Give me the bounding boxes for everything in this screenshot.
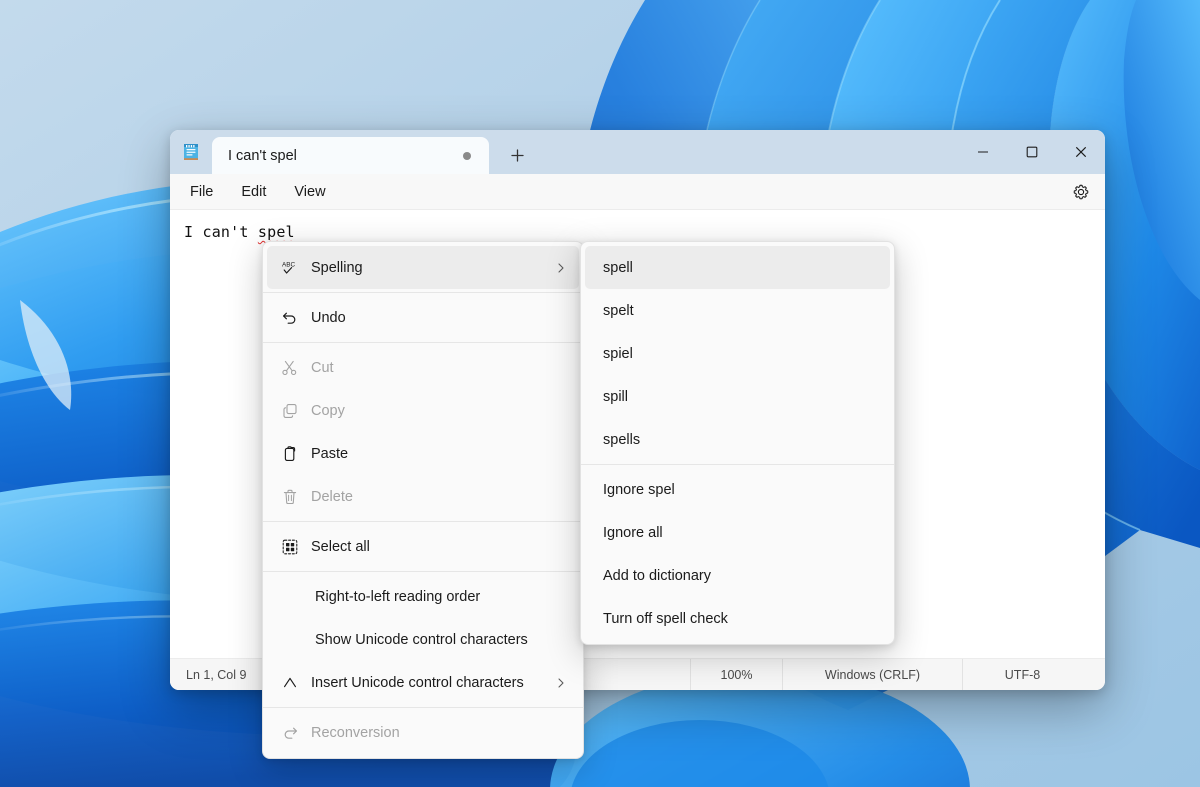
context-menu-label: Undo <box>311 310 567 326</box>
tab-active[interactable]: I can't spel <box>212 137 489 174</box>
context-menu-item-insert-unicode[interactable]: Insert Unicode control characters <box>267 661 579 704</box>
menubar-item-file[interactable]: File <box>178 179 225 205</box>
chevron-right-icon <box>555 262 567 274</box>
tab-modified-dot <box>463 152 471 160</box>
context-menu: ABC Spelling Undo <box>262 241 584 759</box>
scissors-icon <box>281 359 311 377</box>
abc-check-icon: ABC <box>281 259 311 277</box>
suggestion-label: spells <box>603 432 878 448</box>
maximize-icon <box>1026 146 1038 158</box>
window-controls <box>958 130 1105 174</box>
context-menu-label: Delete <box>311 489 567 505</box>
context-menu-item-delete[interactable]: Delete <box>267 475 579 518</box>
context-menu-label: Cut <box>311 360 567 376</box>
select-all-icon <box>281 538 311 556</box>
menu-separator <box>263 521 583 522</box>
context-menu-item-paste[interactable]: Paste <box>267 432 579 475</box>
close-button[interactable] <box>1056 130 1105 174</box>
suggestion-label: spiel <box>603 346 878 362</box>
context-menu-label: Show Unicode control characters <box>315 632 567 648</box>
suggestion-item-3[interactable]: spill <box>585 375 890 418</box>
spelling-action-label: Ignore spel <box>603 482 878 498</box>
context-menu-item-show-unicode[interactable]: Show Unicode control characters <box>267 618 579 661</box>
status-line-ending[interactable]: Windows (CRLF) <box>782 659 962 691</box>
menu-separator <box>263 571 583 572</box>
suggestion-label: spill <box>603 389 878 405</box>
undo-arrow-icon <box>281 309 311 327</box>
suggestion-item-2[interactable]: spiel <box>585 332 890 375</box>
spelling-action-label: Turn off spell check <box>603 611 878 627</box>
context-menu-item-undo[interactable]: Undo <box>267 296 579 339</box>
trash-icon <box>281 488 311 506</box>
spelling-action-add-to-dictionary[interactable]: Add to dictionary <box>585 554 890 597</box>
minimize-icon <box>977 146 989 158</box>
tab-title: I can't spel <box>228 148 463 164</box>
editor-content: I can't spel <box>184 222 1105 242</box>
context-menu-label: Spelling <box>311 260 555 276</box>
misspelled-word[interactable]: spel <box>258 223 295 241</box>
spelling-action-label: Add to dictionary <box>603 568 878 584</box>
caret-up-icon <box>281 674 311 692</box>
gear-icon <box>1073 184 1089 200</box>
plus-icon <box>511 149 524 162</box>
context-menu-label: Reconversion <box>311 725 567 741</box>
clipboard-icon <box>281 445 311 463</box>
context-menu-item-cut[interactable]: Cut <box>267 346 579 389</box>
maximize-button[interactable] <box>1007 130 1056 174</box>
context-menu-label: Copy <box>311 403 567 419</box>
spelling-action-turn-off-spell-check[interactable]: Turn off spell check <box>585 597 890 640</box>
context-menu-item-rtl-reading-order[interactable]: Right-to-left reading order <box>267 575 579 618</box>
context-menu-item-reconversion[interactable]: Reconversion <box>267 711 579 754</box>
status-encoding[interactable]: UTF-8 <box>962 659 1082 691</box>
suggestion-label: spelt <box>603 303 878 319</box>
svg-text:ABC: ABC <box>282 261 296 268</box>
notepad-icon <box>170 130 212 174</box>
menubar-item-view[interactable]: View <box>282 179 337 205</box>
context-menu-item-select-all[interactable]: Select all <box>267 525 579 568</box>
spelling-submenu: spell spelt spiel spill spells Ignore sp… <box>580 241 895 645</box>
spelling-action-label: Ignore all <box>603 525 878 541</box>
menubar-item-edit[interactable]: Edit <box>229 179 278 205</box>
chevron-right-icon <box>555 677 567 689</box>
title-bar: I can't spel <box>170 130 1105 174</box>
editor-text-prefix: I can't <box>184 223 258 241</box>
copy-icon <box>281 402 311 420</box>
settings-button[interactable] <box>1067 179 1095 205</box>
suggestion-item-1[interactable]: spelt <box>585 289 890 332</box>
menu-bar: File Edit View <box>170 174 1105 210</box>
tab-strip: I can't spel <box>212 130 537 174</box>
menu-separator <box>581 464 894 465</box>
spelling-action-ignore-all[interactable]: Ignore all <box>585 511 890 554</box>
suggestion-item-4[interactable]: spells <box>585 418 890 461</box>
context-menu-label: Select all <box>311 539 567 555</box>
context-menu-item-spelling[interactable]: ABC Spelling <box>267 246 579 289</box>
menu-separator <box>263 342 583 343</box>
suggestion-label: spell <box>603 260 878 276</box>
context-menu-label: Right-to-left reading order <box>315 589 567 605</box>
context-menu-label: Paste <box>311 446 567 462</box>
redo-arrow-icon <box>281 724 311 742</box>
new-tab-button[interactable] <box>497 138 537 172</box>
context-menu-label: Insert Unicode control characters <box>311 675 555 691</box>
menu-separator <box>263 707 583 708</box>
menu-separator <box>263 292 583 293</box>
suggestion-item-0[interactable]: spell <box>585 246 890 289</box>
spelling-action-ignore[interactable]: Ignore spel <box>585 468 890 511</box>
close-icon <box>1075 146 1087 158</box>
status-zoom[interactable]: 100% <box>690 659 782 691</box>
desktop: I can't spel <box>0 0 1200 787</box>
minimize-button[interactable] <box>958 130 1007 174</box>
context-menu-item-copy[interactable]: Copy <box>267 389 579 432</box>
